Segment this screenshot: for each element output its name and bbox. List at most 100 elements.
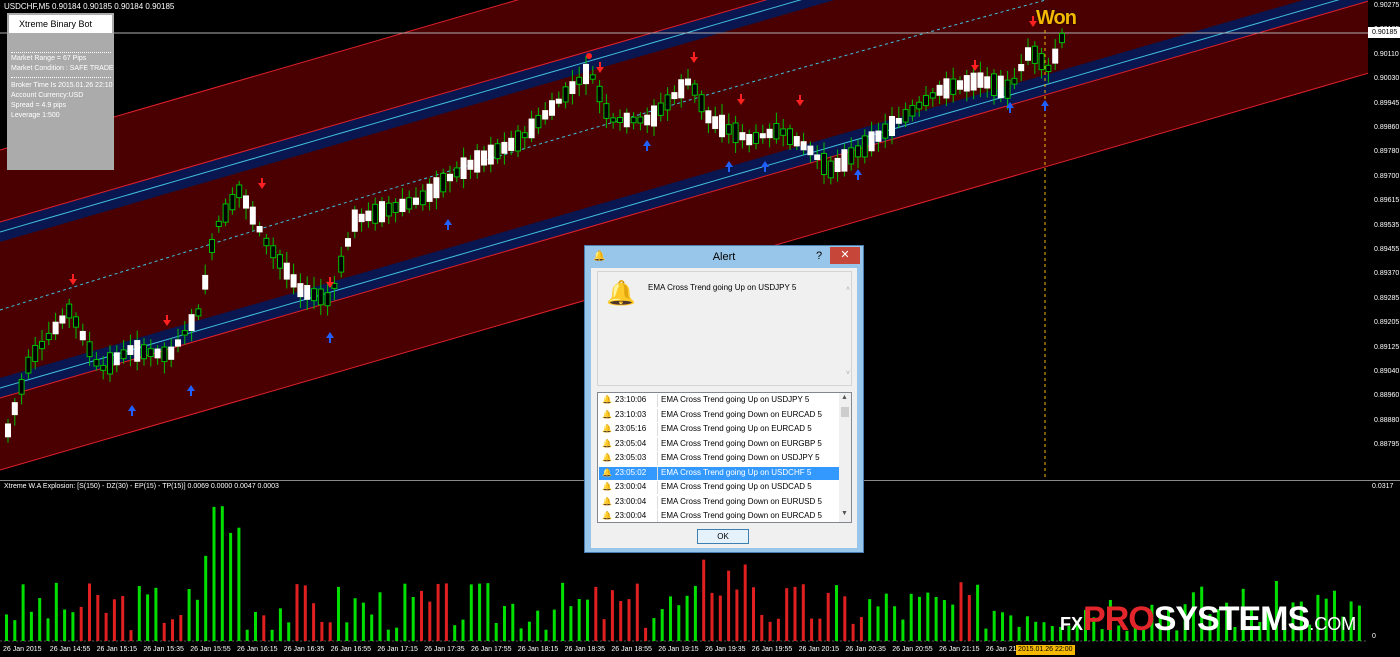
indicator-axis-bottom: 0 (1372, 633, 1376, 640)
alert-time: 23:10:03 (615, 409, 647, 419)
bell-icon: 🔔 (602, 424, 612, 433)
alert-titlebar[interactable]: 🔔 Alert ? ✕ (585, 246, 863, 268)
scroll-down-icon: ˅ (845, 370, 850, 377)
candle-body (229, 194, 236, 211)
candle-body (18, 379, 25, 395)
column-separator (657, 408, 658, 422)
candle-body (719, 114, 725, 138)
bell-icon: 🔔 (602, 438, 612, 448)
candle-body (100, 364, 107, 371)
histogram-bar (1017, 626, 1021, 641)
histogram-bar (602, 619, 606, 641)
price-axis-label: 0.90275 (1374, 2, 1400, 9)
price-axis-label: 0.89700 (1374, 172, 1400, 180)
candle-body (814, 154, 821, 160)
candle-body (358, 213, 365, 223)
candle-body (447, 173, 453, 182)
time-axis-label: 26 Jan 21:15 (939, 646, 980, 653)
alert-list-row[interactable]: 🔔 23:00:04 EMA Cross Trend going Up on USD… (599, 481, 839, 494)
candle-body (549, 100, 555, 116)
column-separator (657, 452, 658, 465)
time-axis-label: 26 Jan 19:15 (658, 646, 699, 653)
time-axis: 26 Jan 2015 26 Jan 14:55 26 Jan 15:15 26 Ja… (0, 645, 1368, 657)
alert-list-row[interactable]: 🔔 23:10:03 EMA Cross Trend going Down on E… (599, 408, 839, 422)
candle-body (746, 133, 753, 146)
candle-body (263, 237, 270, 247)
histogram-bar (702, 559, 706, 641)
candle-body (406, 197, 413, 210)
ok-button[interactable]: OK (697, 529, 749, 544)
scroll-down-icon[interactable]: ▼ (841, 510, 848, 517)
histogram-bar (353, 598, 357, 641)
candle-body (583, 63, 589, 85)
time-axis-label: 26 Jan 16:15 (237, 646, 278, 653)
candle-body (691, 83, 698, 96)
histogram-bar (212, 506, 216, 641)
alert-list-row[interactable]: 🔔 23:10:06 EMA Cross Trend going Up on USD… (599, 394, 839, 407)
help-button[interactable]: ? (811, 248, 827, 264)
candle-body (317, 288, 324, 306)
leverage: Leverage 1:500 (11, 112, 60, 119)
candle-body (188, 314, 195, 332)
market-range: Market Range = 67 Pips (11, 55, 87, 62)
histogram-bar (345, 622, 349, 641)
candle-body (501, 141, 508, 154)
histogram-bar (386, 629, 390, 641)
close-button[interactable]: ✕ (830, 247, 860, 264)
time-current-label: 2015.01.26 22:00 (1016, 645, 1075, 655)
candle-body (644, 114, 651, 126)
alert-list-row[interactable]: 🔔 23:05:03 EMA Cross Trend going Down on U… (599, 452, 839, 465)
candle-body (909, 104, 916, 117)
price-axis-label: 0.90110 (1374, 50, 1399, 58)
histogram-bar (229, 532, 233, 641)
alert-list-row[interactable]: 🔔 23:05:04 EMA Cross Trend going Down on E… (599, 437, 839, 451)
histogram-bar (544, 629, 548, 641)
alert-list-row[interactable]: 🔔 23:00:04 EMA Cross Trend going Down on E… (599, 510, 839, 522)
histogram-bar (411, 597, 415, 641)
list-scrollbar[interactable]: ▲ ▼ (839, 393, 851, 522)
alert-list-row[interactable]: 🔔 23:05:02 EMA Cross Trend going Up on USD… (599, 466, 839, 480)
bell-icon: 🔔 (602, 482, 612, 491)
histogram-bar (984, 628, 988, 641)
histogram-bar (1001, 612, 1004, 641)
candle-body (154, 348, 161, 359)
alert-list-row[interactable]: 🔔 23:05:16 EMA Cross Trend going Up on EUR… (599, 423, 839, 436)
histogram-bar (718, 595, 722, 641)
time-axis-label: 26 Jan 16:35 (283, 646, 325, 653)
histogram-bar (187, 589, 191, 641)
histogram-bar (104, 612, 108, 641)
time-axis-label: 26 Jan 20:35 (845, 646, 886, 653)
histogram-bar (337, 586, 340, 641)
candle-body (589, 74, 596, 80)
candle-body (392, 202, 399, 213)
candle-body (542, 110, 549, 120)
candle-body (1004, 79, 1011, 99)
price-axis-label: 0.89945 (1374, 99, 1400, 107)
candle-body (923, 94, 929, 107)
histogram-bar (586, 599, 589, 641)
histogram-bar (901, 619, 905, 641)
candle-body (780, 128, 787, 136)
candle-body (59, 315, 66, 324)
candle-body (372, 203, 379, 224)
candle-body (630, 116, 637, 124)
candle-body (413, 197, 419, 205)
candle-body (256, 226, 263, 233)
histogram-bar (96, 595, 100, 641)
market-condition: Market Condition : SAFE TRADE (11, 65, 114, 72)
alert-dialog[interactable]: 🔔 Alert ? ✕ 🔔 EMA Cross Trend going Up o… (584, 245, 864, 553)
histogram-bar (868, 599, 872, 641)
histogram-bar (245, 629, 249, 641)
scroll-thumb[interactable] (841, 407, 849, 417)
time-axis-label: 26 Jan 14:55 (49, 646, 91, 653)
brand-logo: FXPROSYSTEMS.COM (1060, 600, 1356, 639)
candle-body (1045, 64, 1052, 72)
scroll-up-icon[interactable]: ▲ (841, 394, 848, 401)
column-separator (657, 437, 658, 451)
histogram-bar (561, 582, 565, 641)
histogram-bar (909, 593, 913, 641)
candle-body (168, 346, 175, 360)
alert-history-list[interactable]: 🔔 23:00:04 EMA Cross Trend going Down on E… (597, 392, 852, 523)
price-axis: 0.90275 0.90185 0.90110 0.90030 0.89945 0.898… (1368, 0, 1400, 480)
alert-list-row[interactable]: 🔔 23:00:04 EMA Cross Trend going Down on E… (599, 495, 839, 509)
